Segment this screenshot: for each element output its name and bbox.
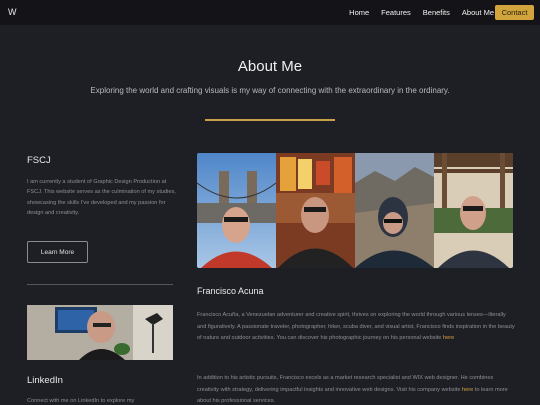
contact-button[interactable]: Contact <box>495 5 534 20</box>
photo-pergola <box>434 153 513 268</box>
pergola-selfie-illustration <box>434 153 513 268</box>
office-photo-illustration <box>27 305 173 360</box>
section-divider <box>27 284 173 285</box>
nav-link-features[interactable]: Features <box>381 8 411 17</box>
market-selfie-illustration <box>276 153 355 268</box>
fscj-description: I am currently a student of Graphic Desi… <box>27 179 176 216</box>
nav-link-home[interactable]: Home <box>349 8 369 17</box>
bridge-selfie-illustration <box>197 153 276 268</box>
nav-links: Home Features Benefits About Me <box>337 0 494 25</box>
profile-bio-1: Francisco Acuña, a Venezuelan adventurer… <box>197 310 515 345</box>
fscj-heading: FSCJ <box>27 155 51 166</box>
profile-bio-2: In addition to his artistic pursuits, Fr… <box>197 373 515 405</box>
mountain-selfie-illustration <box>355 153 434 268</box>
page-title: About Me <box>237 58 303 75</box>
company-website-link[interactable]: here <box>462 387 473 393</box>
nav-link-about-me[interactable]: About Me <box>462 8 494 17</box>
nav-link-benefits[interactable]: Benefits <box>423 8 450 17</box>
photo-market <box>276 153 355 268</box>
linkedin-description: Connect with me on LinkedIn to explore m… <box>27 398 135 404</box>
title-divider <box>205 119 335 121</box>
linkedin-heading: LinkedIn <box>27 375 63 386</box>
bio-2-text: In addition to his artistic pursuits, Fr… <box>197 375 494 393</box>
office-photo <box>27 305 173 360</box>
bio-1-text: Francisco Acuña, a Venezuelan adventurer… <box>197 312 515 341</box>
profile-name: Francisco Acuna <box>197 286 264 296</box>
personal-website-link[interactable]: here <box>443 335 454 341</box>
page-subtitle: Exploring the world and crafting visuals… <box>90 86 450 95</box>
top-navbar: W Home Features Benefits About Me Contac… <box>0 0 540 25</box>
site-logo[interactable]: W <box>8 7 17 17</box>
photo-mountain <box>355 153 434 268</box>
learn-more-button[interactable]: Learn More <box>27 241 88 263</box>
photo-bridge <box>197 153 276 268</box>
photo-gallery <box>197 153 513 268</box>
